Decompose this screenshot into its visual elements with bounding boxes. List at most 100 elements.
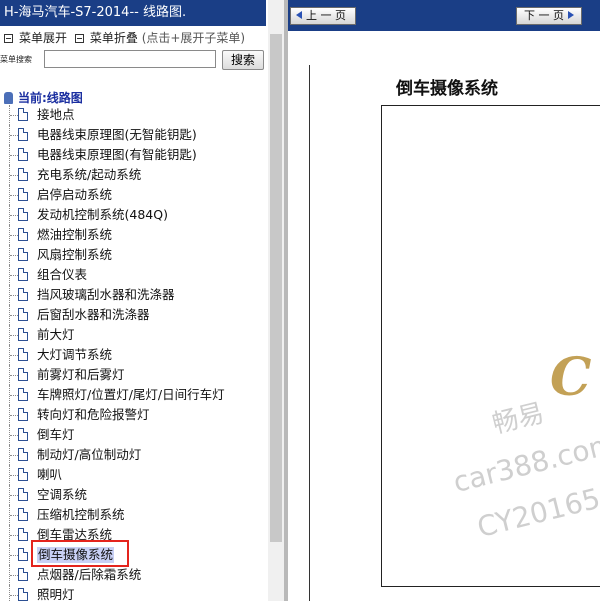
next-page-label: 下 一 页 — [524, 9, 564, 22]
tree-item[interactable]: 风扇控制系统 — [0, 245, 268, 265]
tree-item-label[interactable]: 照明灯 — [37, 587, 75, 601]
tree-line — [10, 515, 18, 516]
tree-item[interactable]: 制动灯/高位制动灯 — [0, 445, 268, 465]
tree-item[interactable]: 电器线束原理图(有智能钥匙) — [0, 145, 268, 165]
menu-title: H-海马汽车-S7-2014-- 线路图. — [0, 0, 266, 26]
document-page-icon — [18, 108, 28, 121]
tree-item-label[interactable]: 组合仪表 — [37, 267, 87, 283]
menu-scrollbar[interactable] — [268, 0, 284, 601]
tree-line — [10, 175, 18, 176]
tree-item-label[interactable]: 启停启动系统 — [37, 187, 112, 203]
tree-line — [10, 275, 18, 276]
tree-item-label[interactable]: 空调系统 — [37, 487, 87, 503]
tree-item[interactable]: 燃油控制系统 — [0, 225, 268, 245]
menu-search-input[interactable] — [44, 50, 216, 68]
arrow-left-icon — [296, 11, 302, 19]
tree-line — [10, 155, 18, 156]
tree-item[interactable]: 接地点 — [0, 105, 268, 125]
document-page-icon — [18, 468, 28, 481]
tree-item[interactable]: 车牌照灯/位置灯/尾灯/日间行车灯 — [0, 385, 268, 405]
menu-expand-link[interactable]: 菜单展开 — [19, 31, 67, 45]
tree-item-label[interactable]: 电器线束原理图(无智能钥匙) — [37, 127, 197, 143]
tree-item[interactable]: 挡风玻璃刮水器和洗涤器 — [0, 285, 268, 305]
tree-root[interactable]: 当前:线路图 — [4, 89, 83, 106]
document-page-icon — [18, 348, 28, 361]
arrow-right-icon — [568, 11, 574, 19]
document-page-icon — [18, 188, 28, 201]
document-page-icon — [18, 208, 28, 221]
document-page-icon — [18, 428, 28, 441]
tree-item-label[interactable]: 充电系统/起动系统 — [37, 167, 141, 183]
tree-item[interactable]: 转向灯和危险报警灯 — [0, 405, 268, 425]
collapse-icon[interactable] — [74, 34, 84, 43]
tree-item[interactable]: 照明灯 — [0, 585, 268, 601]
document-page-icon — [18, 568, 28, 581]
tree-line — [10, 235, 18, 236]
document-page-icon — [18, 528, 28, 541]
tree-item[interactable]: 前雾灯和后雾灯 — [0, 365, 268, 385]
tree-item[interactable]: 前大灯 — [0, 325, 268, 345]
tree-line — [10, 535, 18, 536]
tree-item-label[interactable]: 前大灯 — [37, 327, 75, 343]
document-page-icon — [18, 368, 28, 381]
tree-item[interactable]: 启停启动系统 — [0, 185, 268, 205]
tree-line — [10, 555, 18, 556]
page-border-line — [309, 65, 310, 601]
tree-line — [10, 255, 18, 256]
tree-item[interactable]: 电器线束原理图(无智能钥匙) — [0, 125, 268, 145]
tree-root-label: 当前:线路图 — [18, 91, 83, 105]
tree-item[interactable]: 喇叭 — [0, 465, 268, 485]
tree-line — [10, 495, 18, 496]
document-page-icon — [18, 328, 28, 341]
tree-item-label[interactable]: 前雾灯和后雾灯 — [37, 367, 125, 383]
tree-item[interactable]: 充电系统/起动系统 — [0, 165, 268, 185]
tree-line — [10, 475, 18, 476]
tree-item-label[interactable]: 倒车灯 — [37, 427, 75, 443]
tree-item-label[interactable]: 点烟器/后除霜系统 — [37, 567, 141, 583]
tree-item[interactable]: 发动机控制系统(484Q) — [0, 205, 268, 225]
next-page-button[interactable]: 下 一 页 — [516, 7, 582, 25]
collapse-hint: (点击+展开子菜单) — [141, 31, 246, 45]
tree-item[interactable]: 空调系统 — [0, 485, 268, 505]
tree-item[interactable]: 大灯调节系统 — [0, 345, 268, 365]
tree-line — [10, 415, 18, 416]
expand-icon[interactable] — [4, 34, 13, 43]
tree-line — [10, 395, 18, 396]
tree-item-label[interactable]: 接地点 — [37, 107, 75, 123]
document-page-icon — [18, 228, 28, 241]
tree-item-label[interactable]: 大灯调节系统 — [37, 347, 112, 363]
tree-item-label[interactable]: 转向灯和危险报警灯 — [37, 407, 150, 423]
tree-item-label[interactable]: 喇叭 — [37, 467, 62, 483]
tree-item-label[interactable]: 后窗刮水器和洗涤器 — [37, 307, 150, 323]
tree-item[interactable]: 后窗刮水器和洗涤器 — [0, 305, 268, 325]
document-page-icon — [18, 488, 28, 501]
tree-item-label[interactable]: 制动灯/高位制动灯 — [37, 447, 141, 463]
tree-item-label[interactable]: 发动机控制系统(484Q) — [37, 207, 168, 223]
document-page-icon — [18, 268, 28, 281]
document-page-icon — [18, 148, 28, 161]
menu-tree: 接地点电器线束原理图(无智能钥匙) 电器线束原理图(有智能钥匙) 充电系统/起动系统… — [0, 105, 268, 601]
tree-line — [10, 375, 18, 376]
watermark-logo: C — [550, 347, 592, 408]
tree-item-label[interactable]: 燃油控制系统 — [37, 227, 112, 243]
tree-item-label[interactable]: 挡风玻璃刮水器和洗涤器 — [37, 287, 175, 303]
tree-item[interactable]: 组合仪表 — [0, 265, 268, 285]
page-nav-bar: 上 一 页 下 一 页 — [288, 0, 600, 31]
menu-collapse-link[interactable]: 菜单折叠 — [90, 31, 138, 45]
tree-item-label[interactable]: 风扇控制系统 — [37, 247, 112, 263]
document-page-icon — [18, 588, 28, 601]
tree-item-label[interactable]: 电器线束原理图(有智能钥匙) — [37, 147, 197, 163]
tree-item[interactable]: 压缩机控制系统 — [0, 505, 268, 525]
tree-item[interactable]: 倒车灯 — [0, 425, 268, 445]
scrollbar-thumb[interactable] — [270, 34, 282, 542]
folder-icon — [4, 92, 13, 104]
tree-item-label[interactable]: 压缩机控制系统 — [37, 507, 125, 523]
tree-item[interactable]: 点烟器/后除霜系统 — [0, 565, 268, 585]
prev-page-button[interactable]: 上 一 页 — [290, 7, 356, 25]
tree-line — [10, 195, 18, 196]
document-page-icon — [18, 248, 28, 261]
tree-line — [10, 215, 18, 216]
tree-item-label[interactable]: 车牌照灯/位置灯/尾灯/日间行车灯 — [37, 387, 225, 403]
search-button[interactable]: 搜索 — [222, 50, 264, 70]
document-frame: 上 一 页 下 一 页 倒车摄像系统 C 畅易 car388.com CY201… — [288, 0, 600, 601]
